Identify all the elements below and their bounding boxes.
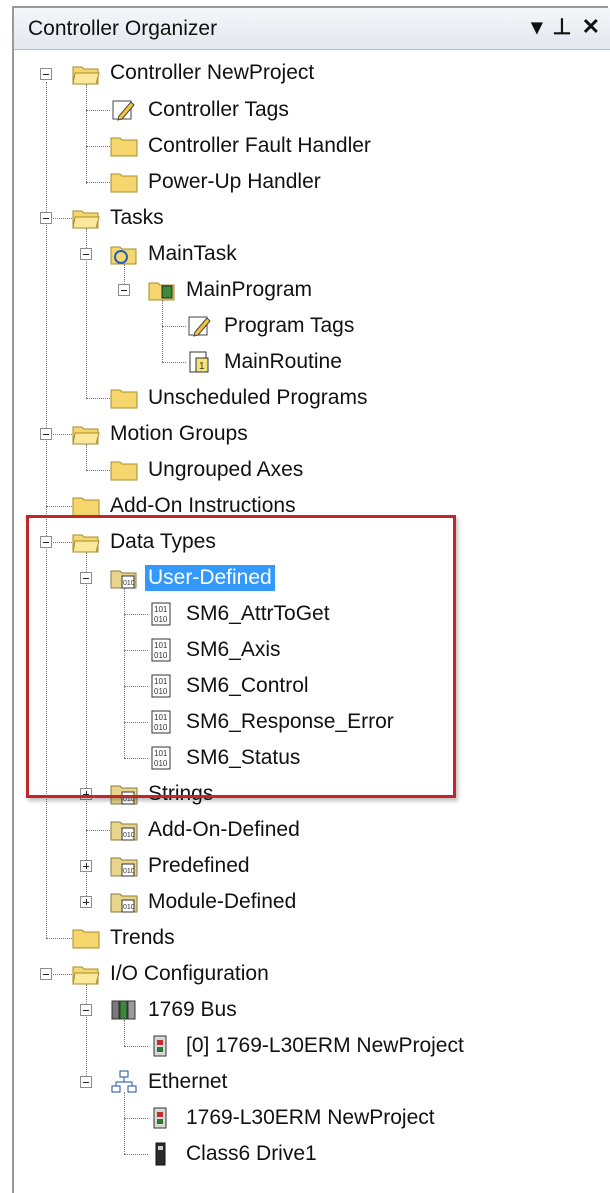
tree-item-addon-defined[interactable]: Add-On-Defined (148, 817, 300, 843)
datatype-folder-icon: 010 (110, 893, 138, 913)
folder-icon (110, 137, 138, 157)
tree-item-main-program[interactable]: MainProgram (186, 277, 312, 303)
network-icon (111, 1070, 137, 1093)
tree-item-powerup-handler[interactable]: Power-Up Handler (148, 169, 321, 195)
folder-open-icon (72, 66, 100, 85)
controller-module-icon (153, 1107, 167, 1129)
tree-item-predefined[interactable]: Predefined (148, 853, 250, 879)
folder-open-icon (72, 426, 100, 445)
tags-icon (112, 100, 135, 121)
tree-item-module-defined[interactable]: Module-Defined (148, 889, 296, 915)
tree-item-program-tags[interactable]: Program Tags (224, 313, 354, 339)
folder-icon (110, 173, 138, 193)
folder-icon (72, 929, 100, 949)
tree-item-ungrouped-axes[interactable]: Ungrouped Axes (148, 457, 303, 483)
svg-text:1: 1 (199, 361, 205, 372)
tree-item-class6-drive[interactable]: Class6 Drive1 (186, 1141, 317, 1167)
collapse-toggle[interactable] (80, 1004, 92, 1016)
tree-item-main-task[interactable]: MainTask (148, 241, 237, 267)
datatype-folder-icon: 010 (110, 857, 138, 877)
bus-icon (111, 1000, 136, 1020)
tags-icon (188, 316, 211, 337)
folder-icon (110, 389, 138, 409)
datatype-folder-icon: 010 (110, 821, 138, 841)
tree-item-motion-groups[interactable]: Motion Groups (110, 421, 248, 447)
controller-module-icon (153, 1035, 167, 1057)
folder-icon (110, 461, 138, 481)
task-folder-icon (110, 246, 137, 265)
tree-item-1769-bus[interactable]: 1769 Bus (148, 997, 237, 1023)
tree-item-bus-module[interactable]: [0] 1769-L30ERM NewProject (186, 1033, 464, 1059)
expand-toggle[interactable] (80, 896, 92, 908)
drive-icon (155, 1142, 166, 1166)
tree-item-controller[interactable]: Controller NewProject (110, 60, 314, 86)
program-folder-icon (148, 282, 175, 301)
collapse-toggle[interactable] (40, 968, 52, 980)
tree-item-fault-handler[interactable]: Controller Fault Handler (148, 133, 371, 159)
tree-item-trends[interactable]: Trends (110, 925, 175, 951)
annotation-highlight-box (26, 515, 456, 798)
tree-item-io-configuration[interactable]: I/O Configuration (110, 961, 269, 987)
svg-text:010: 010 (123, 868, 135, 875)
routine-icon: 1 (189, 351, 209, 373)
tree-item-ethernet-module[interactable]: 1769-L30ERM NewProject (186, 1105, 435, 1131)
collapse-toggle[interactable] (40, 68, 52, 80)
tree-item-controller-tags[interactable]: Controller Tags (148, 97, 289, 123)
tree-item-unscheduled[interactable]: Unscheduled Programs (148, 385, 367, 411)
collapse-toggle[interactable] (118, 284, 130, 296)
collapse-toggle[interactable] (40, 428, 52, 440)
collapse-toggle[interactable] (40, 212, 52, 224)
tree-item-main-routine[interactable]: MainRoutine (224, 349, 342, 375)
svg-text:010: 010 (123, 832, 135, 839)
tree-item-ethernet[interactable]: Ethernet (148, 1069, 227, 1095)
collapse-toggle[interactable] (80, 1076, 92, 1088)
folder-open-icon (72, 966, 100, 985)
svg-text:010: 010 (123, 904, 135, 911)
expand-toggle[interactable] (80, 860, 92, 872)
tree-item-tasks[interactable]: Tasks (110, 205, 164, 231)
folder-open-icon (72, 210, 100, 229)
collapse-toggle[interactable] (80, 248, 92, 260)
